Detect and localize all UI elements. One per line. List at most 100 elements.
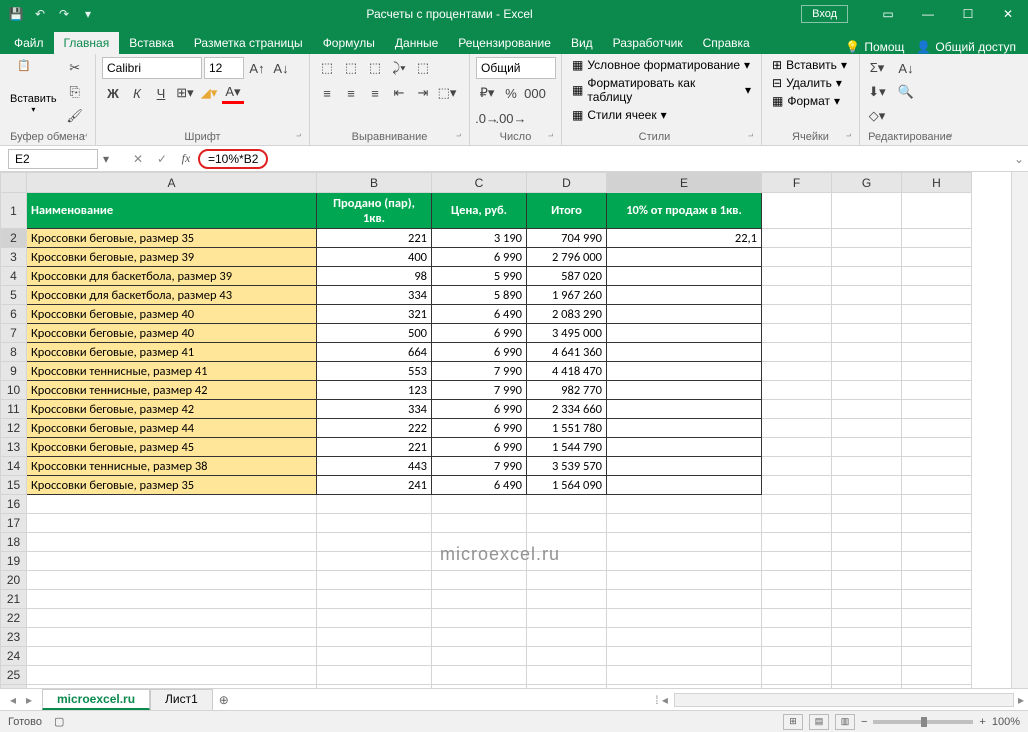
data-cell[interactable]: 6 990 xyxy=(432,324,527,343)
conditional-format-button[interactable]: ▦Условное форматирование▾ xyxy=(568,57,755,73)
column-header[interactable]: A xyxy=(27,173,317,193)
data-cell[interactable]: 334 xyxy=(317,400,432,419)
fx-icon[interactable]: fx xyxy=(174,151,198,166)
data-cell[interactable] xyxy=(607,343,762,362)
data-cell[interactable]: 400 xyxy=(317,248,432,267)
data-cell[interactable]: Кроссовки беговые, размер 40 xyxy=(27,305,317,324)
table-header-cell[interactable]: Цена, руб. xyxy=(432,193,527,229)
row-header[interactable]: 17 xyxy=(1,514,27,533)
row-header[interactable]: 7 xyxy=(1,324,27,343)
row-header[interactable]: 16 xyxy=(1,495,27,514)
wrap-text-icon[interactable]: ⬚ xyxy=(412,57,434,79)
row-header[interactable]: 20 xyxy=(1,571,27,590)
table-header-cell[interactable]: 10% от продаж в 1кв. xyxy=(607,193,762,229)
data-cell[interactable] xyxy=(607,400,762,419)
ribbon-tab-разметка страницы[interactable]: Разметка страницы xyxy=(184,32,313,54)
row-header[interactable]: 4 xyxy=(1,267,27,286)
horizontal-scrollbar[interactable] xyxy=(674,693,1014,707)
row-header[interactable]: 25 xyxy=(1,666,27,685)
autosum-icon[interactable]: Σ▾ xyxy=(866,57,888,79)
data-cell[interactable]: 22,1 xyxy=(607,229,762,248)
align-right-icon[interactable]: ≡ xyxy=(364,82,386,104)
data-cell[interactable]: Кроссовки беговые, размер 35 xyxy=(27,229,317,248)
delete-cells-button[interactable]: ⊟Удалить▾ xyxy=(768,75,851,91)
sort-filter-icon[interactable]: A↓ xyxy=(891,57,921,79)
qat-customize-icon[interactable]: ▾ xyxy=(78,4,98,24)
maximize-icon[interactable]: ☐ xyxy=(948,0,988,28)
data-cell[interactable]: 221 xyxy=(317,229,432,248)
borders-icon[interactable]: ⊞▾ xyxy=(174,82,196,104)
data-cell[interactable]: 1 967 260 xyxy=(527,286,607,305)
data-cell[interactable]: Кроссовки теннисные, размер 41 xyxy=(27,362,317,381)
data-cell[interactable]: Кроссовки беговые, размер 35 xyxy=(27,476,317,495)
underline-button[interactable]: Ч xyxy=(150,82,172,104)
merge-icon[interactable]: ⬚▾ xyxy=(436,82,458,104)
row-header[interactable]: 23 xyxy=(1,628,27,647)
percent-icon[interactable]: % xyxy=(500,82,522,104)
data-cell[interactable]: Кроссовки беговые, размер 41 xyxy=(27,343,317,362)
ribbon-tab-главная[interactable]: Главная xyxy=(54,32,120,54)
data-cell[interactable]: 6 990 xyxy=(432,438,527,457)
zoom-slider[interactable] xyxy=(873,720,973,724)
expand-formula-bar-icon[interactable]: ⌄ xyxy=(1010,152,1028,166)
decrease-font-icon[interactable]: A↓ xyxy=(270,57,292,79)
column-header[interactable]: B xyxy=(317,173,432,193)
ribbon-tab-формулы[interactable]: Формулы xyxy=(313,32,385,54)
insert-cells-button[interactable]: ⊞Вставить▾ xyxy=(768,57,851,73)
format-cells-button[interactable]: ▦Формат▾ xyxy=(768,93,851,109)
cut-icon[interactable]: ✂ xyxy=(64,57,86,79)
italic-button[interactable]: К xyxy=(126,82,148,104)
table-header-cell[interactable]: Продано (пар), 1кв. xyxy=(317,193,432,229)
data-cell[interactable]: Кроссовки беговые, размер 45 xyxy=(27,438,317,457)
fill-icon[interactable]: ⬇▾ xyxy=(866,81,888,103)
data-cell[interactable]: 3 190 xyxy=(432,229,527,248)
ribbon-tab-вставка[interactable]: Вставка xyxy=(119,32,184,54)
column-header[interactable]: F xyxy=(762,173,832,193)
align-left-icon[interactable]: ≡ xyxy=(316,82,338,104)
column-header[interactable]: G xyxy=(832,173,902,193)
data-cell[interactable] xyxy=(607,324,762,343)
data-cell[interactable]: Кроссовки для баскетбола, размер 43 xyxy=(27,286,317,305)
data-cell[interactable]: 6 490 xyxy=(432,476,527,495)
data-cell[interactable] xyxy=(607,248,762,267)
column-header[interactable]: C xyxy=(432,173,527,193)
ribbon-options-icon[interactable]: ▭ xyxy=(868,0,908,28)
cancel-formula-icon[interactable]: ✕ xyxy=(126,152,150,166)
ribbon-tab-файл[interactable]: Файл xyxy=(4,32,54,54)
zoom-out-icon[interactable]: − xyxy=(861,716,867,728)
data-cell[interactable]: Кроссовки для баскетбола, размер 39 xyxy=(27,267,317,286)
ribbon-tab-справка[interactable]: Справка xyxy=(693,32,760,54)
row-header[interactable]: 9 xyxy=(1,362,27,381)
login-button[interactable]: Вход xyxy=(801,5,848,23)
ribbon-tab-рецензирование[interactable]: Рецензирование xyxy=(448,32,561,54)
data-cell[interactable]: 334 xyxy=(317,286,432,305)
data-cell[interactable]: 2 796 000 xyxy=(527,248,607,267)
data-cell[interactable] xyxy=(607,419,762,438)
increase-font-icon[interactable]: A↑ xyxy=(246,57,268,79)
data-cell[interactable] xyxy=(607,476,762,495)
table-header-cell[interactable]: Наименование xyxy=(27,193,317,229)
data-cell[interactable]: 982 770 xyxy=(527,381,607,400)
ribbon-tab-разработчик[interactable]: Разработчик xyxy=(603,32,693,54)
formula-input[interactable]: =10%*B2 xyxy=(198,149,268,169)
close-icon[interactable]: ✕ xyxy=(988,0,1028,28)
data-cell[interactable]: 6 990 xyxy=(432,248,527,267)
align-middle-icon[interactable]: ⬚ xyxy=(340,57,362,79)
data-cell[interactable] xyxy=(607,286,762,305)
row-header[interactable]: 24 xyxy=(1,647,27,666)
row-header[interactable]: 1 xyxy=(1,193,27,229)
column-header[interactable]: E xyxy=(607,173,762,193)
data-cell[interactable]: 222 xyxy=(317,419,432,438)
format-as-table-button[interactable]: ▦Форматировать как таблицу▾ xyxy=(568,75,755,105)
row-header[interactable]: 21 xyxy=(1,590,27,609)
align-top-icon[interactable]: ⬚ xyxy=(316,57,338,79)
decrease-decimal-icon[interactable]: .00→ xyxy=(500,107,522,129)
data-cell[interactable]: 241 xyxy=(317,476,432,495)
data-cell[interactable]: 123 xyxy=(317,381,432,400)
data-cell[interactable]: 704 990 xyxy=(527,229,607,248)
data-cell[interactable]: 2 334 660 xyxy=(527,400,607,419)
data-cell[interactable]: Кроссовки беговые, размер 39 xyxy=(27,248,317,267)
font-name-select[interactable] xyxy=(102,57,202,79)
table-header-cell[interactable]: Итого xyxy=(527,193,607,229)
data-cell[interactable]: 5 990 xyxy=(432,267,527,286)
